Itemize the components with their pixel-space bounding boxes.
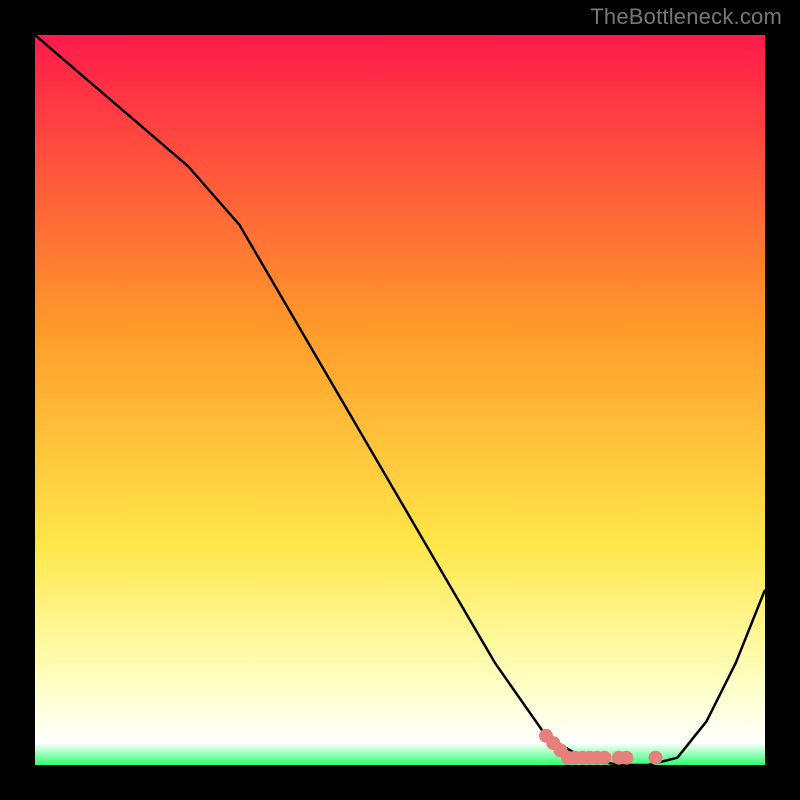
gradient-background — [35, 35, 765, 765]
chart-container: TheBottleneck.com — [0, 0, 800, 800]
marker-dot — [619, 751, 633, 765]
marker-dot — [649, 751, 663, 765]
plot-area — [35, 35, 765, 765]
marker-dot — [597, 751, 611, 765]
chart-svg — [35, 35, 765, 765]
watermark-text: TheBottleneck.com — [590, 4, 782, 30]
